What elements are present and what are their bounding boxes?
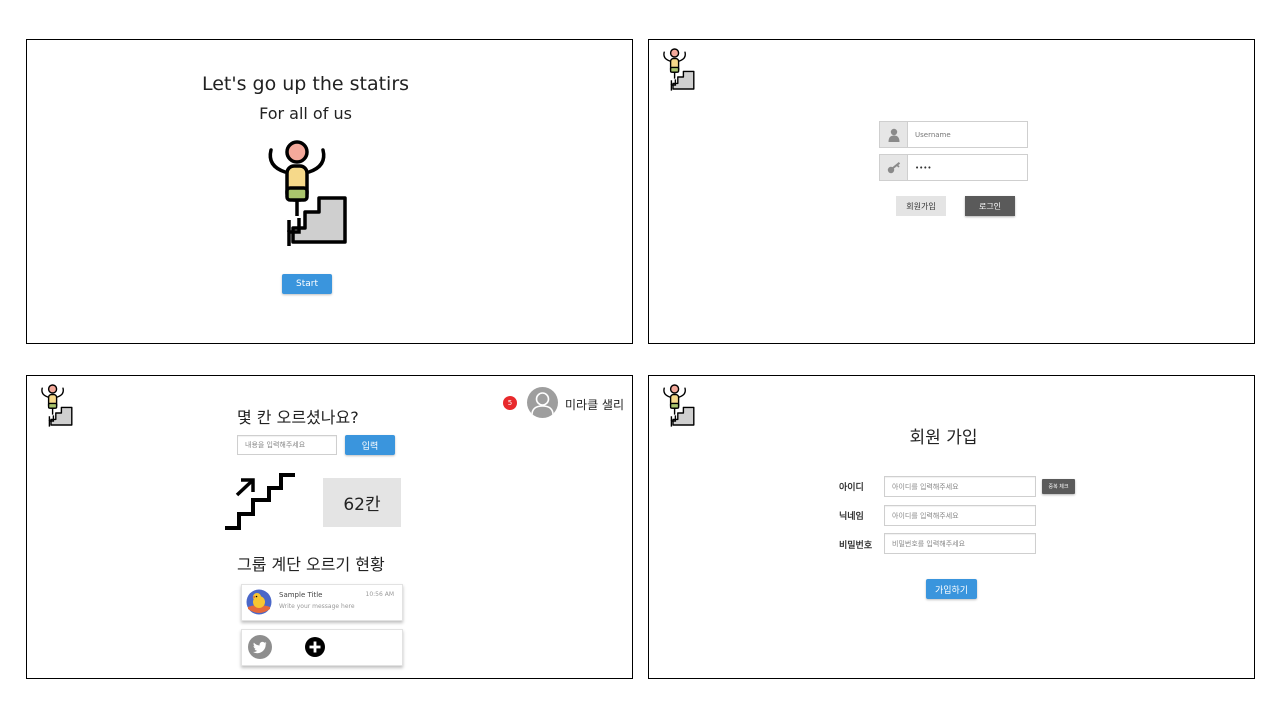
card-time: 10:56 AM [365, 591, 394, 598]
notification-count: 5 [507, 399, 513, 407]
submit-steps-button[interactable]: 입력 [345, 435, 395, 455]
password-field[interactable]: •••• [879, 154, 1028, 181]
twitter-icon[interactable] [248, 635, 272, 659]
card-title: Sample Title [279, 591, 323, 599]
username-field[interactable]: Username [879, 121, 1028, 148]
id-label: 아이디 [839, 483, 864, 493]
group-action-card [241, 629, 403, 666]
intro-screen: Let's go up the statirs For all of us St… [26, 39, 633, 344]
duck-avatar [246, 589, 272, 615]
step-count: 62칸 [343, 495, 381, 515]
user-icon [880, 122, 908, 147]
card-message: Write your message here [279, 603, 355, 610]
intro-subtitle: For all of us [259, 104, 352, 123]
password-label: 비밀번호 [839, 541, 873, 551]
plus-circle-icon[interactable] [305, 637, 325, 657]
signup-submit-button[interactable]: 가입하기 [926, 579, 977, 599]
stairs-climber-logo [661, 46, 697, 92]
step-question: 몇 칸 오르셨나요? [237, 408, 359, 427]
signup-screen: 회원 가입 아이디 아이디를 입력해주세요 중복 체크 닉네임 아이디를 입력해… [648, 375, 1255, 679]
nickname-label: 닉네임 [839, 512, 864, 522]
steps-input-placeholder: 내용을 입력해주세요 [245, 441, 306, 449]
stairs-climber-logo [39, 382, 75, 428]
login-screen: Username •••• 회원가입 로그인 [648, 39, 1255, 344]
id-input[interactable]: 아이디를 입력해주세요 [884, 476, 1036, 497]
signup-title: 회원 가입 [909, 428, 978, 448]
step-count-box: 62칸 [323, 478, 401, 527]
signup-button[interactable]: 회원가입 [896, 196, 946, 216]
steps-input[interactable]: 내용을 입력해주세요 [237, 435, 337, 455]
username-placeholder: Username [915, 130, 951, 139]
start-button[interactable]: Start [282, 274, 332, 294]
stairs-arrow-icon [225, 473, 295, 530]
stairs-climber-logo [263, 136, 353, 248]
avatar-icon[interactable] [527, 387, 558, 418]
duplicate-check-button[interactable]: 중복 체크 [1042, 479, 1075, 494]
password-input-placeholder: 비밀번호를 입력해주세요 [892, 539, 966, 548]
nickname-input-placeholder: 아이디를 입력해주세요 [892, 511, 959, 520]
nickname-input[interactable]: 아이디를 입력해주세요 [884, 505, 1036, 526]
login-button[interactable]: 로그인 [965, 196, 1015, 216]
notification-badge[interactable]: 5 [503, 396, 517, 410]
main-screen: 몇 칸 오르셨나요? 내용을 입력해주세요 입력 62칸 그룹 계단 오르기 현… [26, 375, 633, 679]
intro-title: Let's go up the statirs [201, 73, 410, 95]
password-input[interactable]: 비밀번호를 입력해주세요 [884, 533, 1036, 554]
stairs-climber-logo [661, 382, 697, 428]
id-input-placeholder: 아이디를 입력해주세요 [892, 482, 959, 491]
user-name[interactable]: 미라클 샐리 [565, 396, 624, 413]
group-status-heading: 그룹 계단 오르기 현황 [237, 555, 385, 574]
key-icon [880, 155, 908, 180]
password-value: •••• [915, 163, 932, 172]
group-message-card[interactable]: Sample Title 10:56 AM Write your message… [241, 584, 403, 621]
